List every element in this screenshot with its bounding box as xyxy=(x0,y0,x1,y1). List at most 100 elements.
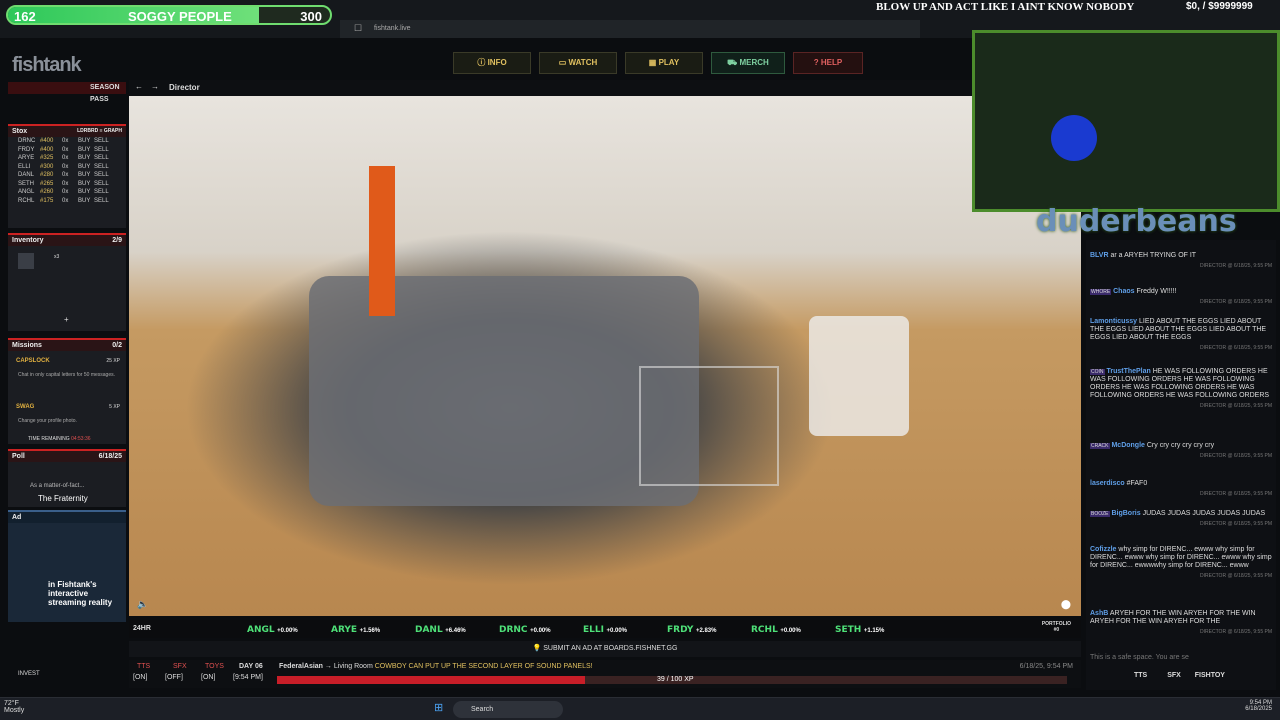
xp-progress-fill xyxy=(277,676,586,684)
invest-button[interactable]: INVEST xyxy=(18,671,40,677)
sfx-toggle[interactable]: [OFF] xyxy=(165,674,183,681)
stock-ticker: 24HR ANGL +0.00% ARYE +1.56% DANL +6.46% DR… xyxy=(129,620,1081,638)
poll-answer[interactable]: The Fraternity xyxy=(38,494,88,503)
submit-ad-bar[interactable]: 💡 SUBMIT AN AD AT BOARDS.FISHNET.GG xyxy=(129,641,1081,657)
taskbar-search[interactable]: Search xyxy=(453,701,563,718)
chat-meta: DIRECTOR @ 6/18/25, 9:55 PM xyxy=(1200,521,1272,527)
season-pass-button[interactable]: SEASON PASS xyxy=(8,82,126,103)
stox-price: #175 xyxy=(40,197,54,204)
chat-username[interactable]: McDongle xyxy=(1111,442,1144,449)
bookmark-icon[interactable]: ☐ xyxy=(354,23,362,34)
mission-xp: 25 XP xyxy=(106,358,120,364)
stox-buy[interactable]: BUY xyxy=(78,188,94,197)
toys-toggle[interactable]: [ON] xyxy=(201,674,215,681)
windows-start-icon[interactable]: ⊞ xyxy=(434,701,443,714)
weather-widget[interactable]: 72°F Mostly xyxy=(4,700,24,714)
stox-graph-link[interactable]: LDRBRD ≡ GRAPH xyxy=(77,126,126,137)
ticker-symbol: FRDY xyxy=(667,625,694,635)
chat-username[interactable]: laserdisco xyxy=(1090,480,1125,487)
stox-row[interactable]: DANL #280 0x BUY SELL xyxy=(8,171,126,180)
stox-buy[interactable]: BUY xyxy=(78,146,94,155)
chat-message: BLVR ar a ARYEH TRYING OF IT DIRECTOR @ 6… xyxy=(1090,252,1272,270)
stox-name: RCHL xyxy=(18,197,35,204)
stox-sell[interactable]: SELL xyxy=(94,137,110,146)
forward-arrow-icon[interactable]: → xyxy=(151,82,159,91)
chat-username[interactable]: BLVR xyxy=(1090,252,1109,259)
nav-merch-button[interactable]: ⛟ MERCH xyxy=(711,52,785,74)
stox-buy[interactable]: BUY xyxy=(78,137,94,146)
chat-sfx-button[interactable]: SFX xyxy=(1167,672,1181,679)
browser-address-bar[interactable]: ☐ fishtank.live xyxy=(340,20,920,38)
tts-toggle[interactable]: [ON] xyxy=(133,674,147,681)
stox-sell[interactable]: SELL xyxy=(94,171,110,180)
stox-row[interactable]: ARYE #325 0x BUY SELL xyxy=(8,154,126,163)
ticker-item: RCHL +0.00% xyxy=(751,624,801,635)
stox-buy[interactable]: BUY xyxy=(78,163,94,172)
inventory-slot-item[interactable] xyxy=(18,253,34,269)
stox-row[interactable]: DRNC #400 0x BUY SELL xyxy=(8,137,126,146)
nav-watch-button[interactable]: ▭ WATCH xyxy=(539,52,617,74)
mission-desc: Chat in only capital letters for 50 mess… xyxy=(18,372,115,378)
money-counter: $0, / $9999999 xyxy=(1186,1,1253,12)
stox-qty: 0x xyxy=(62,155,69,161)
record-icon[interactable]: ⬤ xyxy=(1061,599,1071,610)
chat-text: ARYEH FOR THE WIN ARYEH FOR THE WIN ARYE… xyxy=(1090,610,1256,625)
inventory-add-button[interactable]: + xyxy=(64,315,69,324)
wheelchair-shape xyxy=(809,316,909,436)
orange-wall-stripe xyxy=(369,166,395,316)
stox-sell[interactable]: SELL xyxy=(94,197,110,206)
chat-text: Freddy W!!!!! xyxy=(1136,288,1177,295)
stox-buy[interactable]: BUY xyxy=(78,180,94,189)
fishtank-logo[interactable]: fishtank xyxy=(12,54,82,77)
chat-tts-button[interactable]: TTS xyxy=(1134,672,1147,679)
stox-buy[interactable]: BUY xyxy=(78,197,94,206)
chat-username[interactable]: Lamonticussy xyxy=(1090,318,1137,325)
stox-row[interactable]: ANGL #260 0x BUY SELL xyxy=(8,188,126,197)
live-camera-feed[interactable]: ⬤ 🔈 xyxy=(129,96,1081,616)
nav-info-button[interactable]: ⓘ INFO xyxy=(453,52,531,74)
nav-help-button[interactable]: ? HELP xyxy=(793,52,863,74)
ticker-item: ELLI +0.00% xyxy=(583,624,627,635)
chat-message: WHORE Chaos Freddy W!!!!! DIRECTOR @ 6/18… xyxy=(1090,288,1272,306)
stox-price: #400 xyxy=(40,146,54,153)
stox-price: #300 xyxy=(40,163,54,170)
stox-sell[interactable]: SELL xyxy=(94,188,110,197)
missions-panel: Missions 0/2 CAPSLOCK 25 XP Chat in only … xyxy=(8,338,126,444)
stox-sell[interactable]: SELL xyxy=(94,154,110,163)
stox-buy[interactable]: BUY xyxy=(78,154,94,163)
inventory-header: Inventory 2/9 xyxy=(8,235,126,246)
taskbar-clock[interactable]: 9:54 PM 6/18/2025 xyxy=(1245,700,1272,712)
nav-play-button[interactable]: ▦ PLAY xyxy=(625,52,703,74)
ad-panel[interactable]: Ad in Fishtank's interactive streaming r… xyxy=(8,510,126,622)
chat-badge: COIN xyxy=(1090,369,1105,375)
info-icon: ⓘ xyxy=(477,58,488,67)
stox-row[interactable]: FRDY #400 0x BUY SELL xyxy=(8,146,126,155)
stox-row[interactable]: ELLI #300 0x BUY SELL xyxy=(8,163,126,172)
chat-username[interactable]: Cofizzle xyxy=(1090,546,1116,553)
stox-row[interactable]: SETH #265 0x BUY SELL xyxy=(8,180,126,189)
ticker-item: DRNC +0.00% xyxy=(499,624,551,635)
stox-buy[interactable]: BUY xyxy=(78,171,94,180)
url-text[interactable]: fishtank.live xyxy=(374,25,411,32)
stox-name: FRDY xyxy=(18,146,35,153)
chat-text: why simp for DIRENC... ewww why simp for… xyxy=(1090,546,1272,569)
chat-username[interactable]: BigBoris xyxy=(1111,510,1140,517)
chat-username[interactable]: TrustThePlan xyxy=(1106,368,1150,375)
chat-input[interactable]: This is a safe space. You are se xyxy=(1090,654,1272,666)
stox-sell[interactable]: SELL xyxy=(94,146,110,155)
chat-badge: WHORE xyxy=(1090,289,1112,295)
stox-row[interactable]: RCHL #175 0x BUY SELL xyxy=(8,197,126,206)
chat-username[interactable]: AshB xyxy=(1090,610,1108,617)
mission-name[interactable]: SWAG xyxy=(16,404,34,410)
portfolio-readout[interactable]: PORTFOLIO #0 xyxy=(1042,621,1071,633)
video-header: ← → Director xyxy=(129,80,981,96)
chat-fishtoy-button[interactable]: FISHTOY xyxy=(1195,672,1225,679)
back-arrow-icon[interactable]: ← xyxy=(135,82,143,91)
chat-username[interactable]: Chaos xyxy=(1113,288,1134,295)
volume-icon[interactable]: 🔈 xyxy=(137,599,148,610)
stox-sell[interactable]: SELL xyxy=(94,163,110,172)
chat-message: Cofizzle why simp for DIRENC... ewww why… xyxy=(1090,546,1272,580)
stox-sell[interactable]: SELL xyxy=(94,180,110,189)
mission-name[interactable]: CAPSLOCK xyxy=(16,358,50,364)
chat-tools: TTS SFX FISHTOY xyxy=(1090,672,1272,684)
